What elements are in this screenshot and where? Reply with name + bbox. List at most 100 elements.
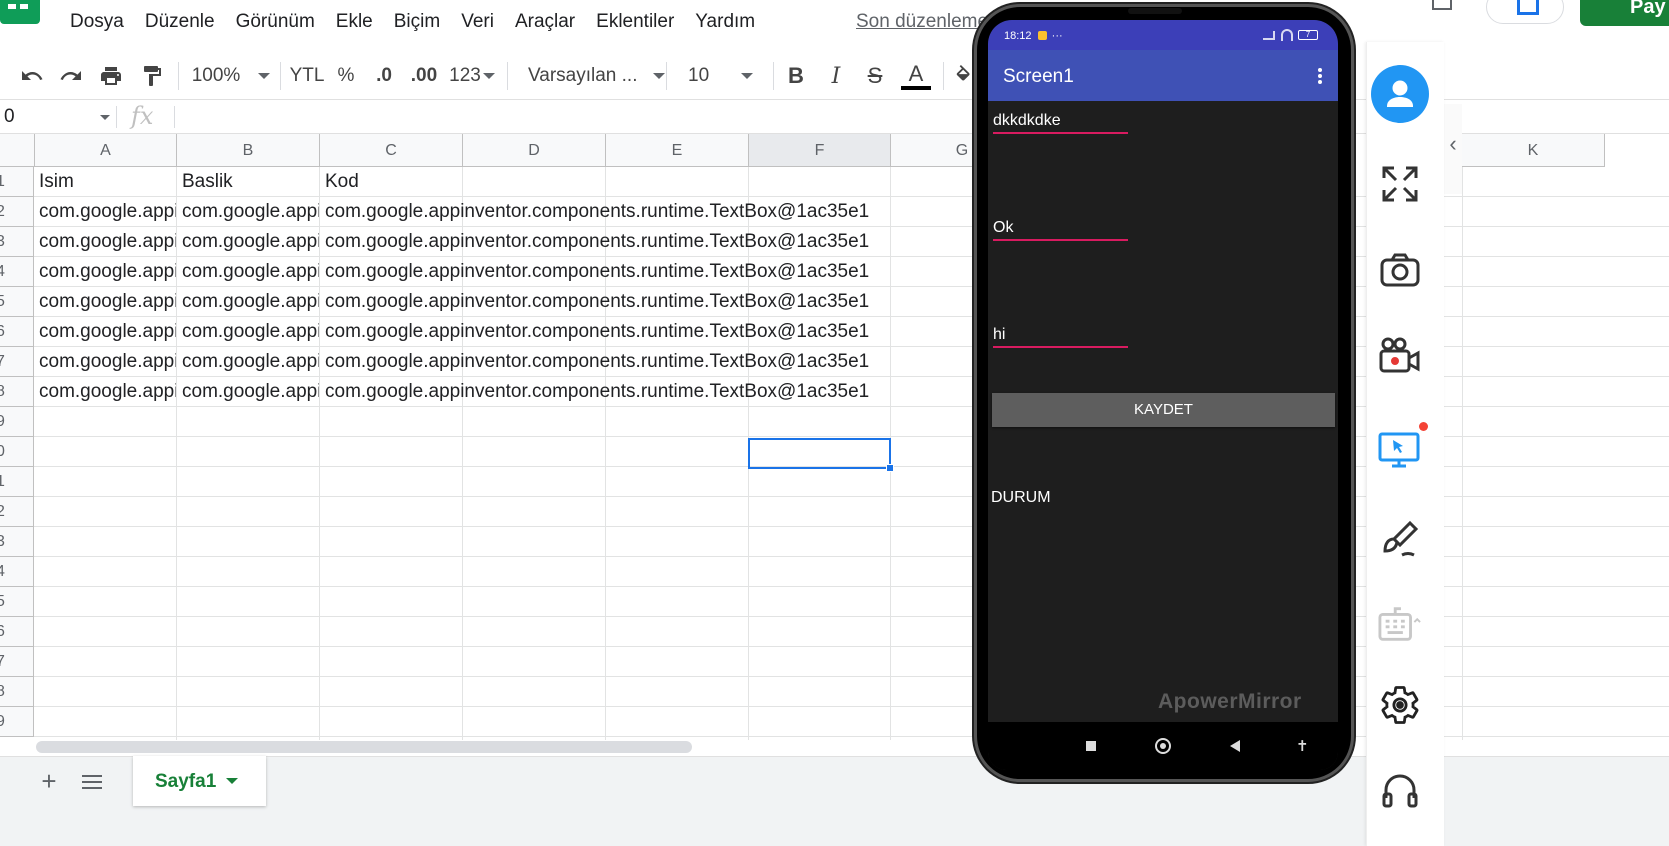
- table-cell[interactable]: com.google.appi: [177, 377, 319, 407]
- undo-icon[interactable]: [16, 52, 48, 100]
- table-cell[interactable]: com.google.appinventor.components.runtim…: [320, 227, 880, 257]
- decrease-decimal-button[interactable]: .0: [369, 52, 399, 100]
- column-header-c[interactable]: C: [320, 134, 463, 167]
- recents-icon[interactable]: [1086, 741, 1096, 751]
- row-header[interactable]: 3: [0, 527, 34, 557]
- table-cell[interactable]: com.google.appi: [34, 347, 176, 377]
- video-record-icon[interactable]: [1378, 333, 1422, 377]
- table-cell[interactable]: com.google.appinventor.components.runtim…: [320, 377, 880, 407]
- row-header[interactable]: 8: [0, 677, 34, 707]
- italic-button[interactable]: I: [822, 52, 850, 100]
- menu-duzenle[interactable]: Düzenle: [145, 10, 215, 34]
- paint-format-icon[interactable]: [136, 52, 168, 100]
- add-sheet-button[interactable]: +: [38, 768, 60, 794]
- cell-c1[interactable]: Kod: [320, 167, 462, 197]
- font-select[interactable]: Varsayılan ...: [522, 52, 666, 100]
- bold-button[interactable]: B: [782, 52, 810, 100]
- column-header-e[interactable]: E: [606, 134, 749, 167]
- user-icon[interactable]: [1370, 64, 1430, 124]
- overflow-menu-icon[interactable]: [1318, 68, 1322, 84]
- sheets-logo-icon[interactable]: [0, 0, 40, 24]
- textbox-kod[interactable]: hi: [993, 322, 1128, 348]
- selected-cell[interactable]: [748, 438, 894, 472]
- column-header-b[interactable]: B: [177, 134, 320, 167]
- row-header[interactable]: 6: [0, 617, 34, 647]
- formula-input[interactable]: [180, 100, 970, 134]
- row-header[interactable]: 0: [0, 437, 34, 467]
- table-cell[interactable]: com.google.appinventor.components.runtim…: [320, 287, 880, 317]
- menu-bicim[interactable]: Biçim: [394, 10, 440, 34]
- row-header[interactable]: 4: [0, 257, 34, 287]
- menu-yardim[interactable]: Yardım: [695, 10, 755, 34]
- accessibility-icon[interactable]: ✝: [1296, 737, 1309, 755]
- row-header[interactable]: 7: [0, 347, 34, 377]
- row-header[interactable]: 2: [0, 497, 34, 527]
- menu-eklentiler[interactable]: Eklentiler: [596, 10, 674, 34]
- table-cell[interactable]: com.google.appi: [34, 227, 176, 257]
- zoom-select[interactable]: 100%: [186, 52, 276, 100]
- row-header[interactable]: 1: [0, 467, 34, 497]
- home-icon[interactable]: [1155, 738, 1171, 754]
- comment-icon[interactable]: [1432, 0, 1452, 10]
- textbox-isim[interactable]: dkkdkdke: [993, 108, 1128, 134]
- paint-brush-icon[interactable]: [1378, 517, 1422, 561]
- increase-decimal-button[interactable]: .00: [409, 52, 439, 100]
- table-cell[interactable]: com.google.appi: [177, 287, 319, 317]
- row-header[interactable]: 9: [0, 707, 34, 737]
- settings-icon[interactable]: [1378, 683, 1422, 727]
- table-cell[interactable]: com.google.appinventor.components.runtim…: [320, 347, 880, 377]
- menu-gorunum[interactable]: Görünüm: [236, 10, 315, 34]
- screen-cast-icon[interactable]: [1378, 422, 1428, 472]
- horizontal-scrollbar[interactable]: [36, 741, 692, 753]
- cell-a1[interactable]: Isim: [34, 167, 176, 197]
- textbox-baslik[interactable]: Ok: [993, 215, 1128, 241]
- fullscreen-icon[interactable]: [1378, 162, 1422, 206]
- column-header-k[interactable]: K: [1462, 134, 1605, 167]
- row-header[interactable]: 9: [0, 407, 34, 437]
- back-icon[interactable]: [1230, 740, 1240, 752]
- strikethrough-button[interactable]: S: [861, 52, 889, 100]
- menu-ekle[interactable]: Ekle: [336, 10, 373, 34]
- table-cell[interactable]: com.google.appi: [34, 197, 176, 227]
- column-header-f[interactable]: F: [749, 134, 891, 167]
- row-header[interactable]: 4: [0, 557, 34, 587]
- percent-format-button[interactable]: %: [334, 52, 358, 100]
- redo-icon[interactable]: [55, 52, 87, 100]
- row-header[interactable]: 5: [0, 287, 34, 317]
- collapse-side-panel-button[interactable]: ‹: [1444, 104, 1462, 194]
- font-size-select[interactable]: 10: [676, 52, 766, 100]
- table-cell[interactable]: com.google.appinventor.components.runtim…: [320, 257, 880, 287]
- share-button[interactable]: Pay: [1580, 0, 1669, 26]
- save-button[interactable]: KAYDET: [992, 393, 1335, 427]
- headset-icon[interactable]: [1378, 768, 1422, 812]
- row-header[interactable]: 2: [0, 197, 34, 227]
- table-cell[interactable]: com.google.appinventor.components.runtim…: [320, 197, 880, 227]
- table-cell[interactable]: com.google.appi: [177, 257, 319, 287]
- row-header[interactable]: 6: [0, 317, 34, 347]
- name-box[interactable]: 0: [0, 100, 116, 134]
- table-cell[interactable]: com.google.appinventor.components.runtim…: [320, 317, 880, 347]
- text-color-button[interactable]: A: [900, 52, 932, 100]
- table-cell[interactable]: com.google.appi: [177, 347, 319, 377]
- print-icon[interactable]: [95, 52, 127, 100]
- row-header[interactable]: 7: [0, 647, 34, 677]
- table-cell[interactable]: com.google.appi: [177, 317, 319, 347]
- keyboard-icon[interactable]: [1378, 602, 1422, 646]
- menu-veri[interactable]: Veri: [461, 10, 494, 34]
- row-header[interactable]: 5: [0, 587, 34, 617]
- table-cell[interactable]: com.google.appi: [34, 377, 176, 407]
- row-header[interactable]: 1: [0, 167, 34, 197]
- sheet-tab[interactable]: Sayfa1: [133, 756, 266, 806]
- table-cell[interactable]: com.google.appi: [177, 227, 319, 257]
- currency-format-button[interactable]: YTL: [288, 52, 326, 100]
- present-button[interactable]: [1486, 0, 1564, 24]
- column-header-a[interactable]: A: [35, 134, 177, 167]
- fill-handle[interactable]: [886, 464, 894, 472]
- cell-b1[interactable]: Baslik: [177, 167, 319, 197]
- menu-araclar[interactable]: Araçlar: [515, 10, 575, 34]
- row-header[interactable]: 3: [0, 227, 34, 257]
- all-sheets-icon[interactable]: [82, 775, 102, 791]
- table-cell[interactable]: com.google.appi: [177, 197, 319, 227]
- column-header-d[interactable]: D: [463, 134, 606, 167]
- table-cell[interactable]: com.google.appi: [34, 317, 176, 347]
